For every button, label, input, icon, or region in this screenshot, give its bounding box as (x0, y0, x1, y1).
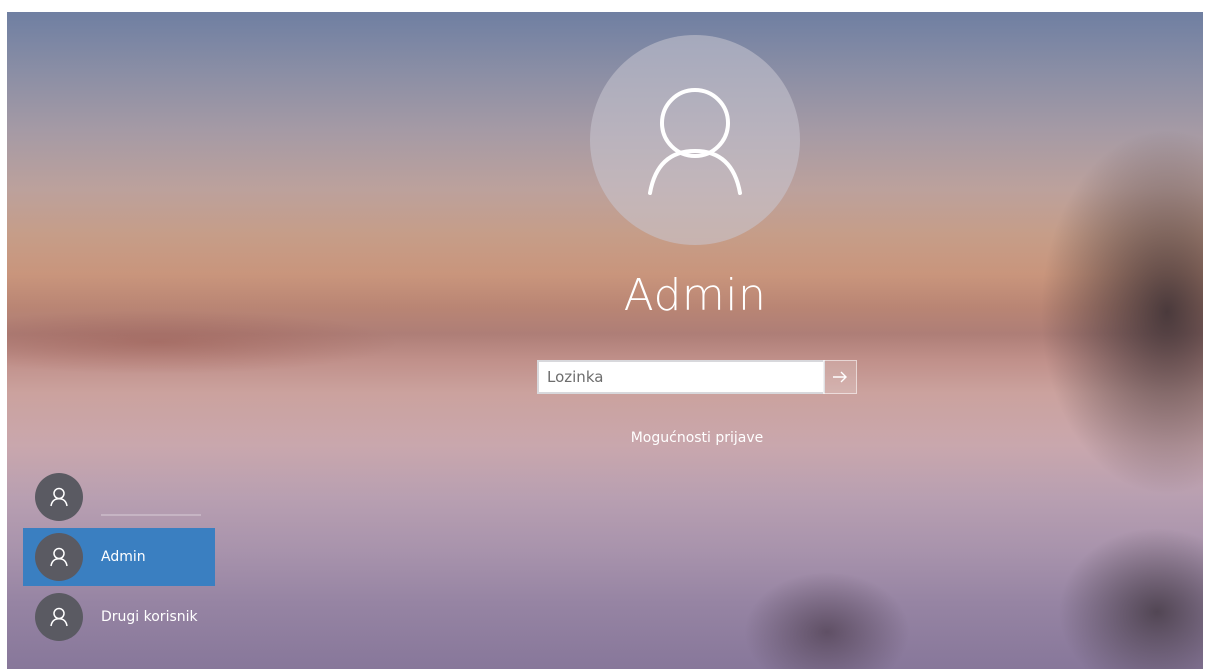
user-list-item-admin[interactable]: Admin (23, 528, 215, 586)
password-row (537, 360, 857, 394)
user-name-underline (101, 514, 201, 516)
user-list-item-other-user[interactable]: Drugi korisnik (23, 588, 215, 646)
avatar (35, 593, 83, 641)
avatar (35, 473, 83, 521)
user-list-item-blank[interactable] (23, 468, 215, 526)
arrow-right-icon (833, 371, 847, 383)
user-avatar-large (590, 35, 800, 245)
user-icon (50, 487, 68, 507)
user-icon (648, 88, 742, 195)
user-list-item-label: Admin (101, 549, 146, 565)
user-list-item-label: Drugi korisnik (101, 609, 198, 625)
user-switcher-list: Admin Drugi korisnik (23, 468, 215, 648)
password-input[interactable] (537, 360, 825, 394)
username-title: Admin (623, 270, 767, 321)
submit-button[interactable] (823, 360, 857, 394)
lock-screen-background: Admin Mogućnosti prijave Admin Drugi kor… (7, 12, 1203, 669)
user-icon (50, 607, 68, 627)
user-icon (50, 547, 68, 567)
avatar (35, 533, 83, 581)
sign-in-options-link[interactable]: Mogućnosti prijave (567, 430, 827, 446)
